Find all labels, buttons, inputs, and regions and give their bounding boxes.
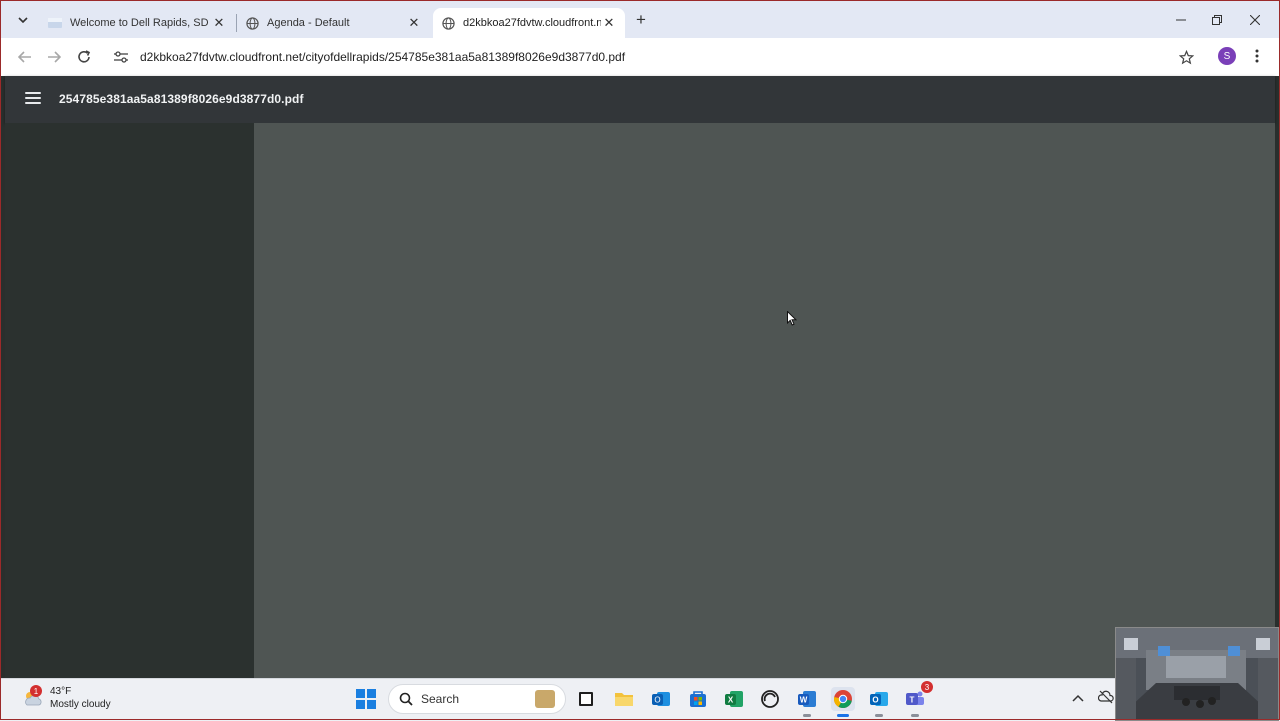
active-indicator	[837, 714, 849, 717]
svg-text:X: X	[728, 696, 734, 705]
word-icon[interactable]: W	[795, 687, 819, 717]
tab-dell-rapids[interactable]: Welcome to Dell Rapids, SD ✕	[40, 8, 235, 38]
restore-button[interactable]	[1206, 10, 1228, 30]
tab-title: Welcome to Dell Rapids, SD	[70, 17, 209, 29]
briefcase-icon	[535, 690, 555, 708]
close-window-button[interactable]	[1244, 10, 1266, 30]
svg-text:T: T	[910, 696, 915, 705]
reload-button[interactable]	[73, 46, 95, 68]
weather-temperature: 43°F	[50, 686, 72, 697]
search-icon	[399, 692, 413, 706]
browser-menu-button[interactable]	[1248, 46, 1266, 66]
back-button[interactable]	[14, 46, 36, 68]
teams-badge: 3	[921, 681, 933, 693]
running-indicator	[911, 714, 919, 717]
weather-widget[interactable]: 1 43°F Mostly cloudy	[22, 685, 111, 711]
close-icon[interactable]: ✕	[601, 15, 617, 31]
weather-condition: Mostly cloudy	[50, 699, 111, 710]
running-indicator	[803, 714, 811, 717]
excel-icon[interactable]: X	[722, 687, 746, 711]
menu-icon[interactable]	[25, 90, 41, 106]
close-icon	[1250, 15, 1260, 25]
arrow-right-icon	[48, 51, 61, 63]
reload-icon	[78, 50, 91, 63]
start-button[interactable]	[356, 689, 376, 709]
url-text: d2kbkoa27fdvtw.cloudfront.net/cityofdell…	[140, 50, 626, 64]
bookmark-star-button[interactable]	[1176, 47, 1196, 67]
onedrive-offline-icon[interactable]	[1097, 690, 1114, 707]
more-vertical-icon	[1255, 49, 1259, 63]
browser-toolbar: d2kbkoa27fdvtw.cloudfront.net/cityofdell…	[0, 38, 1280, 76]
minimize-button[interactable]	[1170, 10, 1192, 30]
windows-taskbar: 1 43°F Mostly cloudy Search O X W O T 3	[0, 678, 1280, 721]
outlook-icon[interactable]: O	[867, 687, 891, 717]
tab-strip: Welcome to Dell Rapids, SD ✕ Agenda - De…	[0, 0, 1280, 38]
pdf-document-canvas[interactable]	[254, 123, 1275, 678]
close-icon[interactable]: ✕	[211, 15, 227, 31]
globe-icon	[441, 16, 455, 30]
new-tab-button[interactable]: +	[632, 10, 650, 29]
site-info-icon[interactable]	[110, 46, 132, 68]
restore-icon	[1212, 15, 1222, 25]
tray-chevron-up-icon[interactable]	[1072, 691, 1084, 705]
close-icon[interactable]: ✕	[406, 15, 422, 31]
minimize-icon	[1176, 19, 1186, 21]
pdf-toolbar: 254785e381aa5a81389f8026e9d3877d0.pdf	[5, 76, 1275, 123]
svg-text:W: W	[800, 696, 808, 705]
browser-ring-icon[interactable]	[758, 687, 782, 711]
teams-icon[interactable]: T 3	[903, 681, 933, 717]
taskbar-search[interactable]: Search	[388, 684, 566, 714]
file-manager-icon[interactable]	[574, 687, 598, 711]
dell-rapids-favicon	[48, 16, 62, 30]
file-explorer-icon[interactable]	[612, 687, 636, 711]
tab-agenda[interactable]: Agenda - Default ✕	[237, 8, 430, 38]
microsoft-store-icon[interactable]	[686, 687, 710, 711]
svg-text:O: O	[872, 696, 878, 705]
chevron-down-icon	[18, 17, 28, 23]
globe-icon	[245, 16, 259, 30]
address-bar[interactable]: d2kbkoa27fdvtw.cloudfront.net/cityofdell…	[106, 42, 1206, 72]
webcam-overlay-image	[1115, 627, 1279, 721]
tab-search-button[interactable]	[12, 9, 34, 31]
pdf-filename: 254785e381aa5a81389f8026e9d3877d0.pdf	[59, 92, 304, 106]
running-indicator	[875, 714, 883, 717]
tab-title: d2kbkoa27fdvtw.cloudfront.net/	[463, 17, 601, 29]
pdf-thumbnail-sidebar[interactable]	[5, 123, 254, 678]
forward-button[interactable]	[43, 46, 65, 68]
profile-avatar[interactable]: S	[1218, 47, 1236, 65]
star-icon	[1178, 49, 1194, 64]
weather-cloudy-icon: 1	[22, 685, 44, 709]
tab-pdf-active[interactable]: d2kbkoa27fdvtw.cloudfront.net/ ✕	[433, 8, 625, 38]
outlook-new-icon[interactable]: O	[649, 687, 673, 711]
search-label: Search	[421, 692, 460, 706]
arrow-left-icon	[18, 51, 31, 63]
mouse-cursor-icon	[787, 310, 798, 331]
tab-title: Agenda - Default	[267, 17, 350, 29]
chrome-icon[interactable]	[831, 687, 855, 717]
svg-text:O: O	[654, 696, 660, 705]
weather-badge: 1	[30, 685, 42, 697]
